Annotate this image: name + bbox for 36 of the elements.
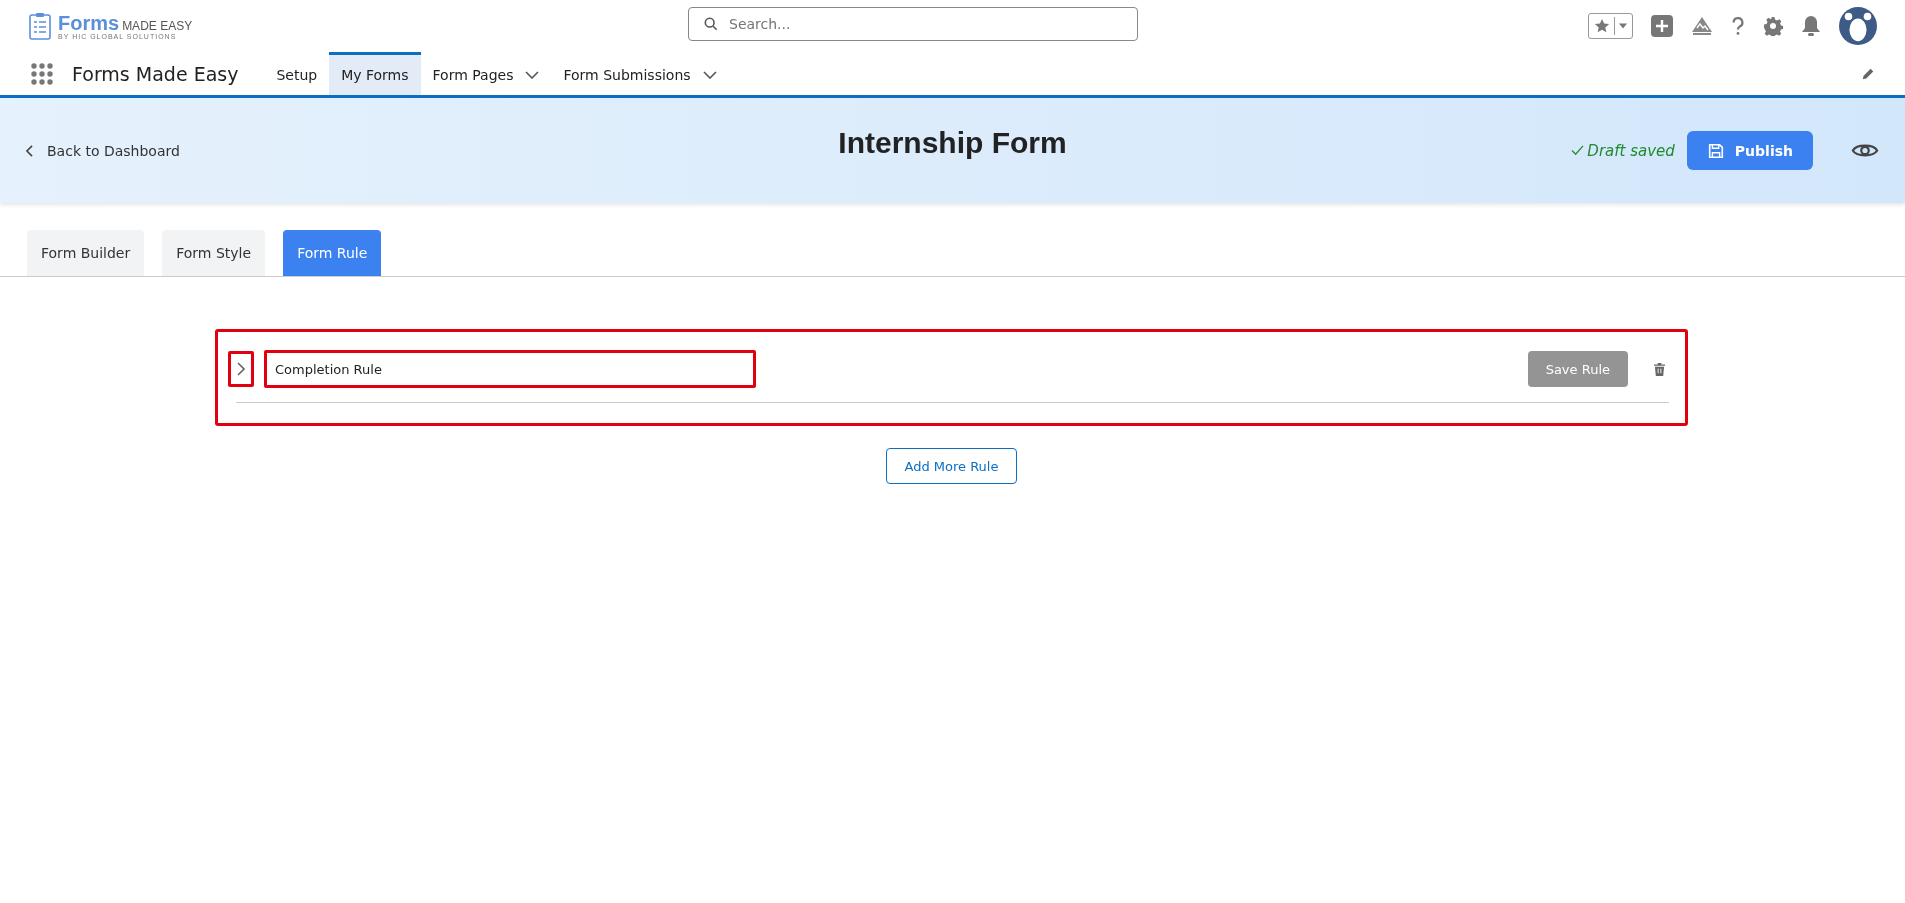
star-icon (1594, 18, 1610, 34)
nav-tab[interactable]: My Forms (329, 52, 421, 95)
avatar-icon[interactable] (1839, 7, 1877, 45)
mountain-icon[interactable] (1691, 16, 1713, 36)
rule-name-field[interactable]: Completion Rule (264, 350, 756, 388)
logo-word: Forms (58, 12, 120, 33)
builder-tab[interactable]: Form Rule (283, 230, 382, 276)
add-icon[interactable] (1651, 15, 1673, 37)
clipboard-icon (28, 12, 52, 40)
favorites-button[interactable] (1588, 13, 1633, 39)
check-icon (1571, 145, 1585, 156)
caret-icon (1619, 23, 1627, 29)
delete-icon[interactable] (1654, 362, 1665, 376)
draft-status: Draft saved (1571, 141, 1675, 160)
builder-tab[interactable]: Form Builder (27, 230, 145, 276)
app-launcher-icon[interactable] (30, 61, 54, 86)
save-icon (1706, 141, 1725, 160)
form-title: Internship Form (838, 126, 1067, 160)
publish-button[interactable]: Publish (1686, 131, 1813, 170)
add-rule-button[interactable]: Add More Rule (885, 448, 1018, 484)
search-field[interactable]: Search... (688, 7, 1138, 41)
help-icon[interactable] (1731, 15, 1745, 37)
expand-button[interactable] (228, 351, 254, 387)
logo-suffix: MADE EASY (122, 18, 193, 33)
search-icon (704, 17, 718, 31)
chevron-right-icon (237, 362, 245, 376)
notifications-icon[interactable] (1801, 15, 1821, 37)
nav-tab[interactable]: Form Pages (420, 52, 552, 95)
app-name: Forms Made Easy (72, 62, 239, 85)
nav-tab[interactable]: Form Submissions (551, 52, 729, 95)
nav-tab[interactable]: Setup (264, 52, 330, 95)
settings-icon[interactable] (1763, 16, 1783, 36)
pencil-icon[interactable] (1861, 66, 1875, 81)
builder-tab[interactable]: Form Style (162, 230, 266, 276)
back-link[interactable]: Back to Dashboard (26, 142, 180, 159)
chevron-left-icon (26, 144, 33, 157)
